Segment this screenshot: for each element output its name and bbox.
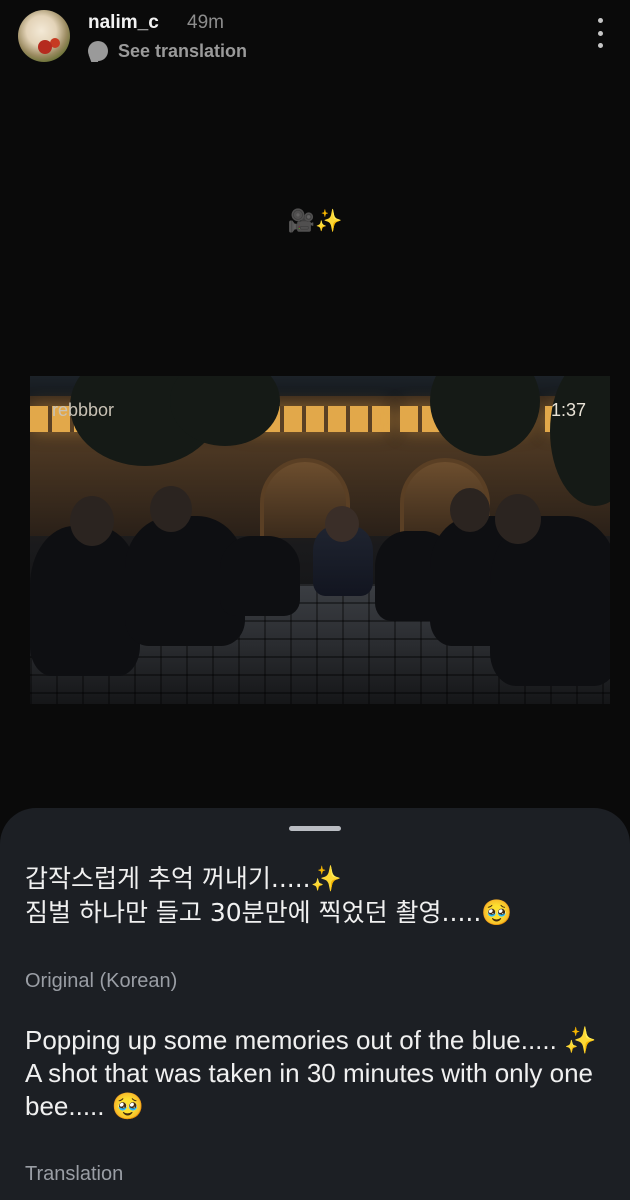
video-frame-person <box>70 496 114 546</box>
video-frame-person <box>450 488 490 532</box>
video-frame-person <box>495 494 541 544</box>
username[interactable]: nalim_c <box>88 12 159 34</box>
original-line: 짐벌 하나만 들고 30분만에 찍었던 촬영.....🥹 <box>25 898 513 927</box>
video-frame-person <box>150 486 192 532</box>
sheet-drag-handle[interactable] <box>289 826 341 831</box>
translation-text: Popping up some memories out of the blue… <box>25 1024 615 1123</box>
translation-line: A shot that was taken in 30 minutes with… <box>25 1058 594 1121</box>
video-player[interactable]: rebbbor 1:37 <box>30 376 610 704</box>
original-text: 갑작스럽게 추억 꺼내기.....✨ 짐벌 하나만 들고 30분만에 찍었던 촬… <box>25 862 615 930</box>
video-frame-person <box>220 536 300 616</box>
translation-sheet[interactable]: 갑작스럽게 추억 꺼내기.....✨ 짐벌 하나만 들고 30분만에 찍었던 촬… <box>0 808 630 1200</box>
avatar[interactable] <box>18 10 70 62</box>
post-caption: 🎥✨ <box>287 208 343 233</box>
video-frame-person <box>30 526 140 676</box>
translation-line: Popping up some memories out of the blue… <box>25 1025 597 1055</box>
video-frame-person <box>325 506 359 542</box>
see-translation-label: See translation <box>118 40 248 61</box>
video-watermark: rebbbor <box>52 400 115 420</box>
post-time: 49m <box>187 12 224 33</box>
post-header: nalim_c 49m See translation <box>0 0 630 80</box>
translation-label: Translation <box>25 1163 124 1185</box>
original-language-label: Original (Korean) <box>25 970 178 992</box>
see-translation-button[interactable]: See translation <box>88 40 247 62</box>
original-line: 갑작스럽게 추억 꺼내기.....✨ <box>25 864 342 893</box>
translate-bubble-icon <box>88 41 108 61</box>
video-duration: 1:37 <box>550 400 586 420</box>
more-vertical-icon[interactable] <box>590 18 610 48</box>
